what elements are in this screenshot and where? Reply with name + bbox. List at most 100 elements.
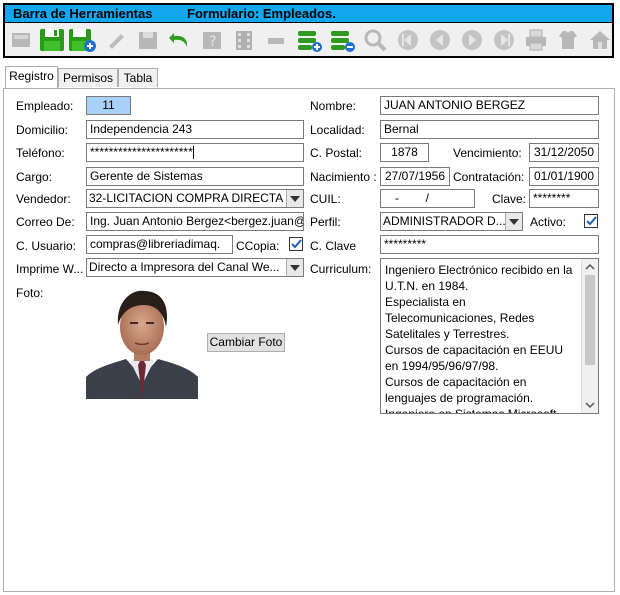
empleado-field[interactable]: 11 <box>86 96 131 115</box>
save-disabled-button[interactable] <box>133 25 162 55</box>
help-button[interactable]: ? <box>197 25 226 55</box>
clave-field[interactable]: ******** <box>529 189 599 208</box>
undo-button[interactable] <box>165 25 194 55</box>
save-icon <box>39 29 64 51</box>
add-row-button[interactable] <box>294 25 323 55</box>
list-remove-icon <box>330 31 355 52</box>
first-icon <box>397 30 418 50</box>
nacimiento-field[interactable]: 27/07/1956 <box>380 167 450 186</box>
tab-tabla[interactable]: Tabla <box>118 68 158 87</box>
ccopia-label: CCopia: <box>236 239 280 253</box>
toolbar-title: Barra de Herramientas <box>13 6 153 21</box>
toolbar-titlebar: Barra de Herramientas Formulario: Emplea… <box>5 5 612 23</box>
cclave-label: C. Clave <box>310 239 357 253</box>
check-icon <box>585 216 597 226</box>
localidad-label: Localidad: <box>310 123 365 137</box>
curriculum-line: Especialista en <box>385 295 466 309</box>
vencimiento-field[interactable]: 31/12/2050 <box>529 143 599 162</box>
imprime-select[interactable]: Directo a Impresora del Canal We... <box>86 258 304 277</box>
minus-icon <box>267 38 284 44</box>
cargo-field[interactable]: Gerente de Sistemas <box>86 167 304 186</box>
home-icon <box>589 31 610 49</box>
perfil-label: Perfil: <box>310 215 341 229</box>
imprime-label: Imprime W... <box>16 262 84 276</box>
print-button[interactable] <box>521 25 550 55</box>
cpostal-label: C. Postal: <box>310 146 363 160</box>
domicilio-field[interactable]: Independencia 243 <box>86 120 304 139</box>
chevron-down-icon[interactable] <box>286 259 303 276</box>
scroll-up-icon <box>585 263 595 270</box>
ccopia-checkbox[interactable] <box>289 237 303 251</box>
search-button[interactable] <box>361 25 390 55</box>
imprime-value: Directo a Impresora del Canal We... <box>89 260 280 274</box>
activo-checkbox[interactable] <box>584 214 598 228</box>
curriculum-line: Ingeniero en Sistemas Microsoft <box>385 407 557 414</box>
cusuario-label: C. Usuario: <box>16 239 77 253</box>
curriculum-text: Ingeniero Electrónico recibido en la U.T.… <box>385 262 580 414</box>
last-record-button[interactable] <box>489 25 518 55</box>
previous-record-button[interactable] <box>425 25 454 55</box>
vendedor-select[interactable]: 32-LICITACION COMPRA DIRECTA <box>86 189 304 208</box>
search-icon <box>364 29 386 52</box>
cuil-field[interactable]: - / <box>380 189 475 208</box>
pencil-icon <box>108 34 124 49</box>
curriculum-line: Cursos de capacitación en <box>385 375 527 389</box>
correo-field[interactable]: Ing. Juan Antonio Bergez<bergez.juan@ <box>86 212 304 231</box>
remove-row-button[interactable] <box>327 25 356 55</box>
save-new-button[interactable] <box>67 25 96 55</box>
shirt-button[interactable] <box>553 25 582 55</box>
curriculum-line: U.T.N. en 1984. <box>385 279 469 293</box>
telefono-field[interactable]: ********************** <box>86 143 304 162</box>
save-add-icon <box>68 29 96 52</box>
next-record-button[interactable] <box>457 25 486 55</box>
employee-photo <box>86 281 198 399</box>
perfil-value: ADMINISTRADOR D... <box>383 214 506 228</box>
home-button[interactable] <box>585 25 614 55</box>
cargo-label: Cargo: <box>16 170 53 184</box>
vendedor-value: 32-LICITACION COMPRA DIRECTA <box>89 191 284 205</box>
delete-button[interactable] <box>261 25 290 55</box>
tab-permisos[interactable]: Permisos <box>58 68 118 87</box>
scroll-down-icon <box>585 402 595 409</box>
toolbar-window: Barra de Herramientas Formulario: Emplea… <box>3 3 614 58</box>
cpostal-field[interactable]: 1878 <box>380 143 429 162</box>
first-record-button[interactable] <box>393 25 422 55</box>
edit-button[interactable] <box>101 25 130 55</box>
curriculum-line: Ingeniero Electrónico recibido en la <box>385 263 573 277</box>
curriculum-line: Satelitales y Terrestres. <box>385 327 510 341</box>
curriculum-line: Cursos de capacitación en EEUU <box>385 343 564 357</box>
contratacion-label: Contratación: <box>453 170 525 184</box>
film-button[interactable] <box>229 25 258 55</box>
next-icon <box>461 30 482 50</box>
help-icon: ? <box>202 32 221 50</box>
curriculum-line: Telecomunicaciones, Redes <box>385 311 535 325</box>
contratacion-field[interactable]: 01/01/1900 <box>529 167 599 186</box>
new-record-icon <box>11 33 30 47</box>
vencimiento-label: Vencimiento: <box>453 146 522 160</box>
new-button[interactable] <box>6 25 35 55</box>
localidad-field[interactable]: Bernal <box>380 120 599 139</box>
telefono-value: ********************** <box>90 145 193 159</box>
save-button[interactable] <box>37 25 66 55</box>
curriculum-label: Curriculum: <box>310 262 372 276</box>
clave-label: Clave: <box>492 192 527 206</box>
curriculum-scrollbar[interactable] <box>581 259 598 413</box>
chevron-down-icon[interactable] <box>286 190 303 207</box>
curriculum-textarea[interactable]: Ingeniero Electrónico recibido en la U.T.… <box>380 258 599 414</box>
portrait-image <box>86 281 198 399</box>
chevron-down-icon[interactable] <box>505 213 522 230</box>
nombre-label: Nombre: <box>310 99 357 113</box>
shirt-icon <box>558 31 577 49</box>
cusuario-field[interactable]: compras@libreriadimaq. <box>86 235 233 254</box>
perfil-select[interactable]: ADMINISTRADOR D... <box>380 212 523 231</box>
curriculum-line: en 1994/95/96/97/98. <box>385 359 499 373</box>
scrollbar-thumb[interactable] <box>585 275 595 365</box>
cclave-field[interactable]: ********* <box>380 235 599 254</box>
undo-icon <box>168 33 187 47</box>
disk-icon <box>138 32 157 49</box>
empleado-label: Empleado: <box>16 99 74 113</box>
form-title: Formulario: Empleados. <box>187 6 336 21</box>
change-photo-button[interactable]: Cambiar Foto <box>207 333 285 352</box>
nombre-field[interactable]: JUAN ANTONIO BERGEZ <box>380 96 599 115</box>
tab-registro[interactable]: Registro <box>5 66 58 88</box>
